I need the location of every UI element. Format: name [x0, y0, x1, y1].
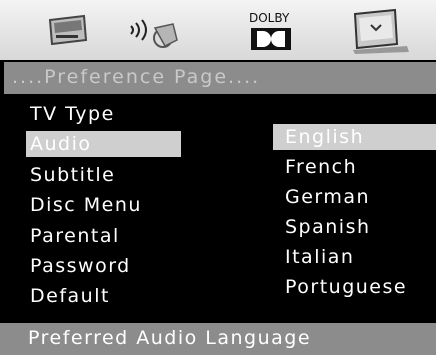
preference-page-icon[interactable]: [345, 6, 415, 54]
menu-item-audio[interactable]: Audio: [26, 131, 181, 157]
dvd-setup-screen: DOLBY ....Preference Page.... TV Type Au…: [0, 0, 436, 355]
option-german[interactable]: German: [273, 184, 436, 210]
option-english[interactable]: English: [273, 124, 436, 150]
menu-item-disc-menu[interactable]: Disc Menu: [26, 192, 181, 218]
option-spanish[interactable]: Spanish: [273, 214, 436, 240]
menu-item-password[interactable]: Password: [26, 253, 181, 279]
setup-tabs-bar: DOLBY: [0, 0, 436, 60]
dolby-icon[interactable]: DOLBY: [245, 6, 305, 54]
menu-item-parental[interactable]: Parental: [26, 223, 181, 249]
tv-setup-icon[interactable]: [44, 6, 92, 54]
page-title-bar: ....Preference Page....: [4, 62, 436, 94]
option-italian[interactable]: Italian: [273, 244, 436, 270]
page-title: ....Preference Page....: [12, 66, 261, 88]
menu-item-default[interactable]: Default: [26, 283, 181, 309]
menu-item-subtitle[interactable]: Subtitle: [26, 162, 181, 188]
option-french[interactable]: French: [273, 154, 436, 180]
option-portuguese[interactable]: Portuguese: [273, 274, 436, 300]
speaker-audio-icon[interactable]: [125, 6, 185, 54]
status-bar: Preferred Audio Language: [0, 323, 436, 355]
dolby-label: DOLBY: [249, 11, 290, 25]
status-description: Preferred Audio Language: [28, 327, 312, 349]
menu-item-tv-type[interactable]: TV Type: [26, 101, 181, 127]
